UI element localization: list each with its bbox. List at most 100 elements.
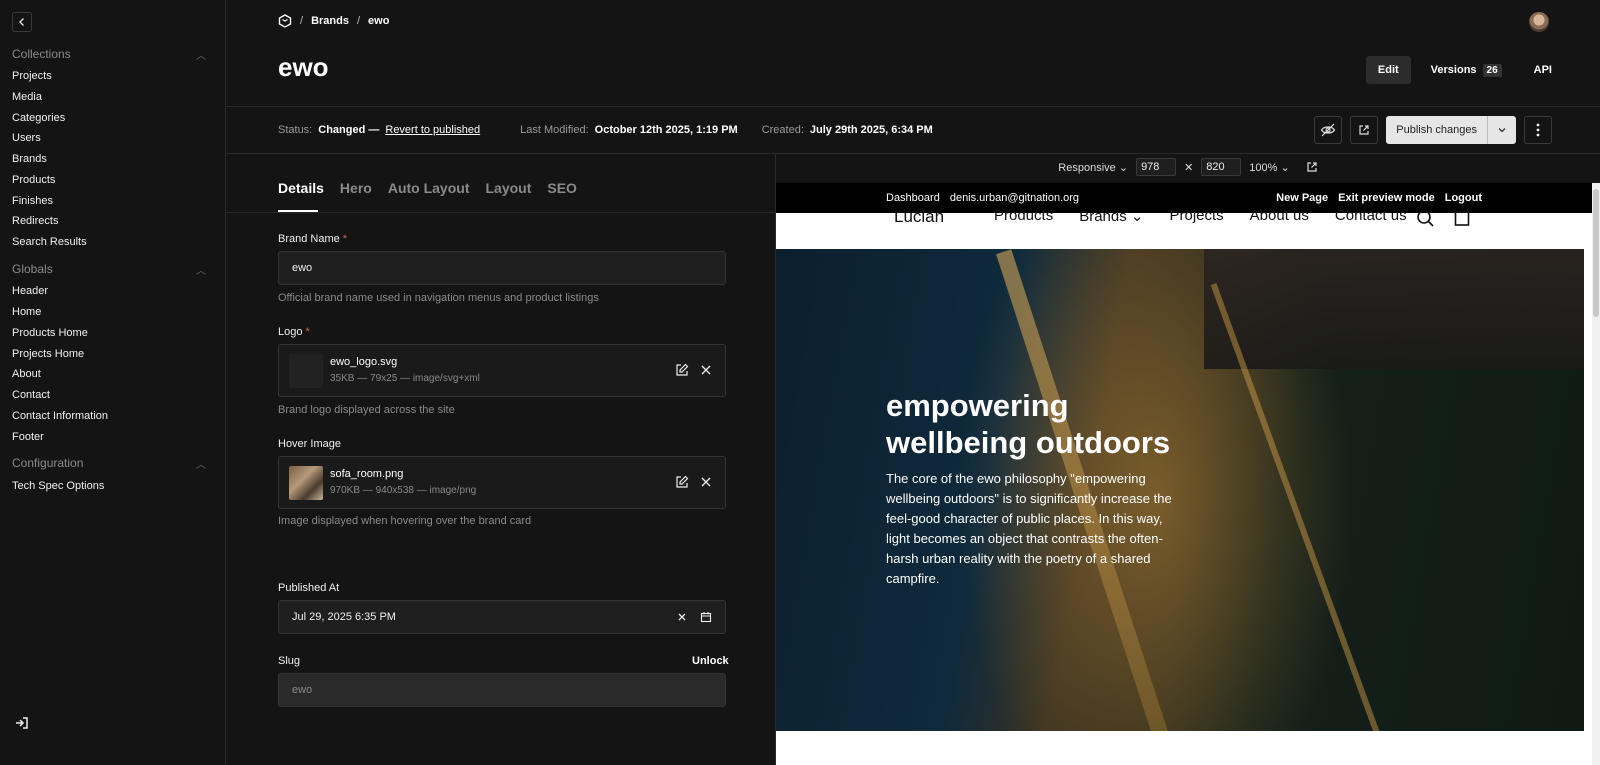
preview-height-input[interactable]: 820 <box>1201 158 1242 176</box>
sidebar-item-header[interactable]: Header <box>12 285 48 297</box>
site-nav-products[interactable]: Products <box>994 207 1053 225</box>
calendar-icon[interactable] <box>700 611 712 623</box>
last-modified-label: Last Modified: <box>520 124 589 136</box>
sidebar-item-users[interactable]: Users <box>12 132 41 144</box>
tab-hero[interactable]: Hero <box>340 180 372 196</box>
breakpoint-select[interactable]: Responsive ⌄ <box>1058 161 1128 174</box>
hover-image-upload: sofa_room.png 970KB — 940x538 — image/pn… <box>278 456 726 509</box>
preview-toolbar: Responsive ⌄ 978 ✕ 820 100% ⌄ <box>776 158 1600 176</box>
tab-seo[interactable]: SEO <box>547 180 577 196</box>
preview-width-input[interactable]: 978 <box>1136 158 1177 176</box>
close-icon[interactable] <box>699 475 713 489</box>
collapse-sidebar-button[interactable] <box>12 12 32 32</box>
avatar[interactable] <box>1529 12 1549 32</box>
brand-name-input[interactable]: ewo <box>278 251 726 285</box>
unlock-slug-button[interactable]: Unlock <box>692 655 729 667</box>
tab-details[interactable]: Details <box>278 180 324 196</box>
preview-scrollbar[interactable] <box>1592 183 1600 765</box>
eye-off-icon <box>1321 123 1336 137</box>
sidebar-item-categories[interactable]: Categories <box>12 112 65 124</box>
sidebar-item-media[interactable]: Media <box>12 91 42 103</box>
sidebar-item-projects[interactable]: Projects <box>12 70 52 82</box>
sidebar-item-search-results[interactable]: Search Results <box>12 236 87 248</box>
tab-layout[interactable]: Layout <box>485 180 531 196</box>
hero-background-city <box>1204 249 1584 369</box>
status-label: Status: <box>278 124 313 136</box>
site-nav-brands-label: Brands <box>1079 208 1127 225</box>
nav-group-globals[interactable]: Globals ︿ <box>12 262 206 277</box>
created-value: July 29th 2025, 6:34 PM <box>809 124 933 136</box>
open-preview-button[interactable] <box>1350 116 1379 144</box>
sidebar-item-redirects[interactable]: Redirects <box>12 215 58 227</box>
publish-changes-button[interactable]: Publish changes <box>1386 116 1516 144</box>
nav-group-configuration[interactable]: Configuration ︿ <box>12 456 206 471</box>
logout-icon[interactable] <box>14 715 30 731</box>
search-icon[interactable] <box>1416 209 1434 227</box>
edit-icon[interactable] <box>675 363 689 377</box>
nav-group-title: Configuration <box>12 456 84 470</box>
breadcrumb-separator: / <box>300 15 304 27</box>
live-preview-frame[interactable]: Dashboard denis.urban@gitnation.org New … <box>776 183 1592 765</box>
external-link-icon[interactable] <box>1306 161 1318 173</box>
logo-thumbnail <box>289 354 323 388</box>
required-marker: * <box>305 326 310 338</box>
logo-filename[interactable]: ewo_logo.svg <box>330 356 397 368</box>
published-at-value: Jul 29, 2025 6:35 PM <box>292 611 396 623</box>
site-nav-projects[interactable]: Projects <box>1169 207 1223 225</box>
close-icon[interactable] <box>699 363 713 377</box>
site-header: Lucian Products Brands ⌄ Projects About … <box>776 207 1592 249</box>
nav-group-title: Globals <box>12 262 53 276</box>
breadcrumb-brands[interactable]: Brands <box>311 15 349 27</box>
sidebar-item-footer[interactable]: Footer <box>12 431 44 443</box>
admin-logout-link[interactable]: Logout <box>1445 192 1482 204</box>
hover-image-filename[interactable]: sofa_room.png <box>330 468 403 480</box>
exit-preview-link[interactable]: Exit preview mode <box>1338 192 1435 204</box>
document-tabs: Edit Versions 26 API <box>1365 56 1564 84</box>
admin-dashboard-link[interactable]: Dashboard <box>886 192 940 204</box>
admin-new-page-link[interactable]: New Page <box>1276 192 1328 204</box>
preview-scrollbar-thumb[interactable] <box>1593 189 1599 317</box>
hero-description: The core of the ewo philosophy "empoweri… <box>886 471 1172 586</box>
site-nav-about[interactable]: About us <box>1250 207 1309 225</box>
site-nav-brands[interactable]: Brands ⌄ <box>1079 207 1143 225</box>
sidebar-item-home[interactable]: Home <box>12 306 41 318</box>
hover-image-thumbnail <box>289 466 323 500</box>
edit-icon[interactable] <box>675 475 689 489</box>
versions-tab[interactable]: Versions 26 <box>1419 56 1514 84</box>
home-logo-icon[interactable] <box>278 14 292 28</box>
sidebar-item-projects-home[interactable]: Projects Home <box>12 348 84 360</box>
sidebar-item-brands[interactable]: Brands <box>12 153 47 165</box>
nav-group-collections[interactable]: Collections ︿ <box>12 47 206 62</box>
site-nav-contact[interactable]: Contact us <box>1335 207 1407 225</box>
bag-icon[interactable] <box>1454 209 1470 227</box>
hero-section: empowering wellbeing outdoors The core o… <box>776 249 1584 731</box>
more-options-button[interactable] <box>1524 116 1552 144</box>
slug-input: ewo <box>278 673 726 707</box>
logo-label: Logo * <box>278 326 310 338</box>
sidebar-item-about[interactable]: About <box>12 368 41 380</box>
breadcrumb: / Brands / ewo <box>278 14 389 28</box>
published-at-actions <box>676 611 712 623</box>
sidebar-item-products-home[interactable]: Products Home <box>12 327 88 339</box>
sidebar-item-finishes[interactable]: Finishes <box>12 195 53 207</box>
tab-auto-layout[interactable]: Auto Layout <box>388 180 470 196</box>
zoom-value: 100% <box>1249 161 1278 174</box>
admin-user-email: denis.urban@gitnation.org <box>949 192 1080 204</box>
api-tab[interactable]: API <box>1522 56 1564 84</box>
hover-image-label: Hover Image <box>278 438 341 450</box>
sidebar-item-contact[interactable]: Contact <box>12 389 50 401</box>
times-icon: ✕ <box>1184 161 1194 174</box>
publish-options-toggle[interactable] <box>1488 116 1516 144</box>
sidebar-item-tech-spec-options[interactable]: Tech Spec Options <box>12 480 104 492</box>
site-nav-links: Products Brands ⌄ Projects About us Cont… <box>994 207 1407 225</box>
published-at-input[interactable]: Jul 29, 2025 6:35 PM <box>278 600 726 634</box>
logo-help: Brand logo displayed across the site <box>278 404 455 416</box>
zoom-select[interactable]: 100% ⌄ <box>1249 161 1289 174</box>
sidebar-item-contact-information[interactable]: Contact Information <box>12 410 108 422</box>
revert-to-published-link[interactable]: Revert to published <box>385 124 480 136</box>
toggle-preview-button[interactable] <box>1314 116 1343 144</box>
sidebar-item-products[interactable]: Products <box>12 174 55 186</box>
site-logo[interactable]: Lucian <box>894 207 944 227</box>
edit-tab[interactable]: Edit <box>1365 56 1411 84</box>
clear-icon[interactable] <box>676 611 688 623</box>
